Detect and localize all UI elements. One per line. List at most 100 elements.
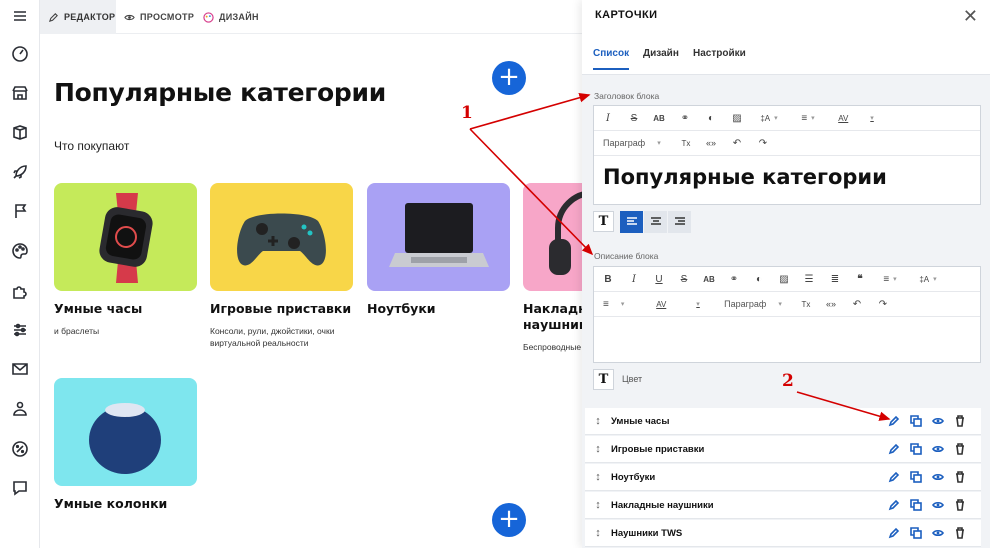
card-consoles[interactable]: Игровые приставки Консоли, рули, джойсти…: [210, 183, 353, 349]
tab-editor[interactable]: РЕДАКТОР: [40, 0, 116, 34]
sliders-icon[interactable]: [10, 320, 30, 340]
bullet-list-icon[interactable]: ☰: [796, 267, 822, 292]
list-item[interactable]: ↕ Умные часы: [585, 408, 981, 435]
duplicate-icon[interactable]: [905, 443, 927, 455]
delete-icon[interactable]: [949, 527, 971, 539]
description-input[interactable]: [594, 317, 980, 361]
store-icon[interactable]: [10, 83, 30, 103]
card-title[interactable]: Умные часы: [54, 301, 197, 317]
undo-icon[interactable]: ↶: [844, 292, 870, 317]
card-title[interactable]: Игровые приставки: [210, 301, 353, 317]
undo-icon[interactable]: ↶: [724, 131, 750, 156]
menu-icon[interactable]: [10, 6, 30, 26]
line-height-icon[interactable]: ≡ ▾: [594, 292, 644, 317]
highlight-icon[interactable]: ▨: [724, 106, 750, 131]
italic-icon[interactable]: I: [594, 106, 622, 131]
italic-icon[interactable]: I: [622, 267, 646, 292]
tab-design[interactable]: ДИЗАЙН: [203, 0, 259, 34]
font-size-icon[interactable]: ‡A ▾: [750, 106, 788, 131]
edit-icon[interactable]: [883, 471, 905, 483]
highlight-icon[interactable]: ▨: [772, 267, 796, 292]
edit-icon[interactable]: [883, 415, 905, 427]
uppercase-icon[interactable]: AB: [646, 106, 672, 131]
clear-format-icon[interactable]: Tx: [674, 131, 698, 156]
tab-list[interactable]: Список: [593, 48, 630, 70]
drag-handle-icon[interactable]: ↕: [585, 499, 611, 511]
align-center-button[interactable]: [644, 211, 667, 233]
chat-icon[interactable]: [10, 478, 30, 498]
delete-icon[interactable]: [949, 443, 971, 455]
line-height-icon[interactable]: ≡ ▾: [788, 106, 828, 131]
visibility-icon[interactable]: [927, 527, 949, 539]
visibility-icon[interactable]: [927, 443, 949, 455]
link-icon[interactable]: ⚭: [722, 267, 746, 292]
uppercase-icon[interactable]: AB: [696, 267, 722, 292]
card-laptops[interactable]: Ноутбуки: [367, 183, 510, 325]
card-title[interactable]: Накладные наушники: [523, 301, 606, 333]
underline-icon[interactable]: U: [646, 267, 672, 292]
visibility-icon[interactable]: [927, 499, 949, 511]
percent-icon[interactable]: [10, 439, 30, 459]
close-icon[interactable]: ✕: [963, 6, 978, 27]
link-icon[interactable]: ⚭: [672, 106, 698, 131]
color-icon[interactable]: ◐: [746, 267, 772, 292]
list-item[interactable]: ↕ Ноутбуки: [585, 464, 981, 491]
align-right-button[interactable]: [668, 211, 691, 233]
delete-icon[interactable]: [949, 499, 971, 511]
list-item[interactable]: ↕ Наушники TWS: [585, 520, 981, 547]
paragraph-select[interactable]: Параграф ▾: [594, 131, 674, 156]
card-desc[interactable]: и браслеты: [54, 325, 197, 337]
card-title[interactable]: Ноутбуки: [367, 301, 510, 317]
redo-icon[interactable]: ↷: [870, 292, 896, 317]
blockquote-icon[interactable]: ❝: [848, 267, 872, 292]
duplicate-icon[interactable]: [905, 499, 927, 511]
puzzle-icon[interactable]: [10, 281, 30, 301]
visibility-icon[interactable]: [927, 415, 949, 427]
card-desc[interactable]: Консоли, рули, джойстики, очки виртуальн…: [210, 325, 353, 349]
align-select-icon[interactable]: ≡ ▾: [872, 267, 908, 292]
duplicate-icon[interactable]: [905, 471, 927, 483]
quote-icon[interactable]: «»: [698, 131, 724, 156]
add-block-button-bottom[interactable]: +: [492, 503, 526, 537]
quote-icon[interactable]: «»: [818, 292, 844, 317]
color-icon[interactable]: ◐: [698, 106, 724, 131]
rocket-icon[interactable]: [10, 162, 30, 182]
box-icon[interactable]: [10, 122, 30, 142]
drag-handle-icon[interactable]: ↕: [585, 415, 611, 427]
redo-icon[interactable]: ↷: [750, 131, 776, 156]
edit-icon[interactable]: [883, 443, 905, 455]
drag-handle-icon[interactable]: ↕: [585, 443, 611, 455]
add-block-button-top[interactable]: +: [492, 61, 526, 95]
strikethrough-icon[interactable]: S: [622, 106, 646, 131]
card-title[interactable]: Умные колонки: [54, 496, 197, 512]
card-smart-speakers[interactable]: Умные колонки: [54, 378, 197, 520]
numbered-list-icon[interactable]: ≣: [822, 267, 848, 292]
list-item[interactable]: ↕ Накладные наушники: [585, 492, 981, 519]
tab-preview[interactable]: ПРОСМОТР: [124, 0, 194, 34]
duplicate-icon[interactable]: [905, 415, 927, 427]
dashboard-icon[interactable]: [10, 44, 30, 64]
letter-spacing-icon[interactable]: AV ▾: [644, 292, 712, 317]
duplicate-icon[interactable]: [905, 527, 927, 539]
description-color-button[interactable]: T: [593, 369, 614, 390]
edit-icon[interactable]: [883, 499, 905, 511]
delete-icon[interactable]: [949, 471, 971, 483]
paragraph-select[interactable]: Параграф ▾: [712, 292, 794, 317]
text-color-button[interactable]: T: [593, 211, 614, 232]
align-left-button[interactable]: [620, 211, 643, 233]
page-subtitle[interactable]: Что покупают: [54, 139, 129, 153]
flag-icon[interactable]: [10, 201, 30, 221]
bold-icon[interactable]: B: [594, 267, 622, 292]
users-icon[interactable]: [10, 399, 30, 419]
tab-panel-design[interactable]: Дизайн: [643, 48, 679, 59]
page-title[interactable]: Популярные категории: [54, 78, 386, 107]
strikethrough-icon[interactable]: S: [672, 267, 696, 292]
drag-handle-icon[interactable]: ↕: [585, 471, 611, 483]
delete-icon[interactable]: [949, 415, 971, 427]
font-size-icon[interactable]: ‡A ▾: [908, 267, 948, 292]
palette-icon[interactable]: [10, 241, 30, 261]
tab-settings[interactable]: Настройки: [693, 48, 746, 59]
heading-input[interactable]: Популярные категории: [594, 156, 980, 198]
mail-icon[interactable]: [10, 359, 30, 379]
drag-handle-icon[interactable]: ↕: [585, 527, 611, 539]
